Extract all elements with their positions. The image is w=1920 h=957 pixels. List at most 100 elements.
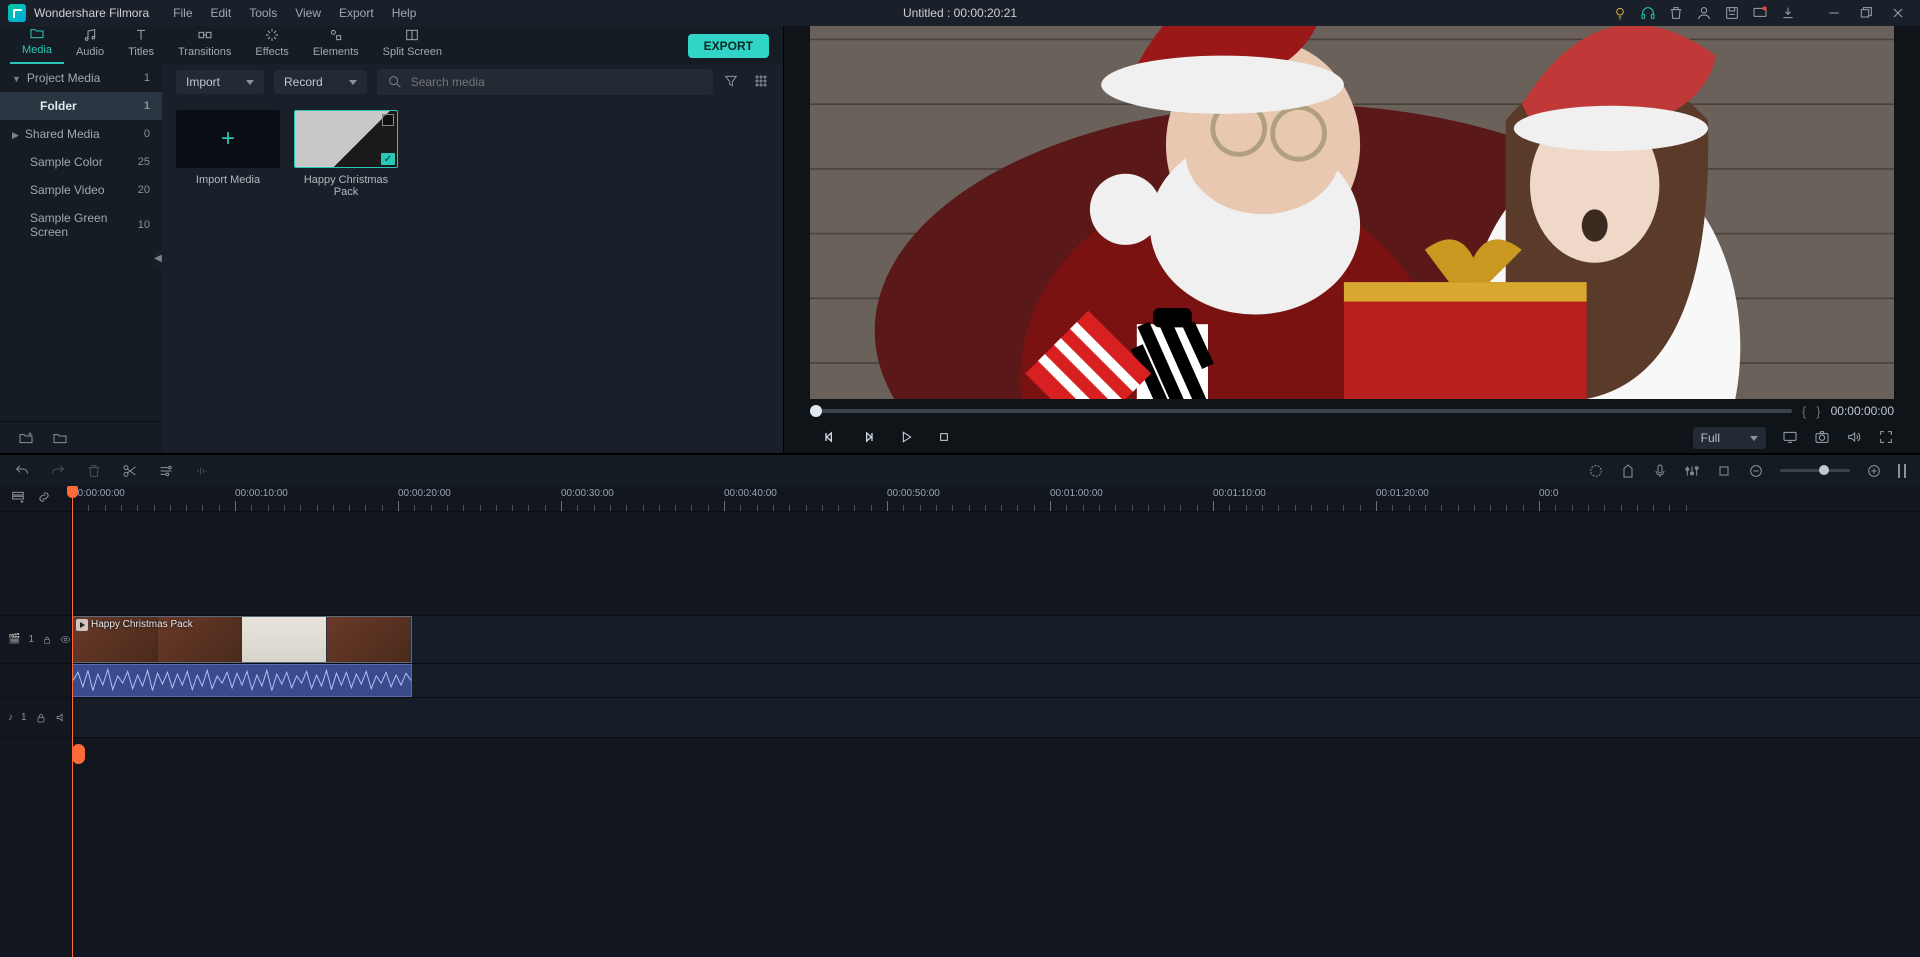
split-screen-icon [404, 27, 420, 43]
tab-transitions[interactable]: Transitions [166, 23, 243, 64]
export-button[interactable]: EXPORT [688, 34, 769, 58]
menu-edit[interactable]: Edit [203, 2, 240, 24]
close-button[interactable] [1884, 2, 1912, 24]
clip-start-handle[interactable] [72, 744, 85, 764]
playhead[interactable] [72, 486, 73, 957]
menu-view[interactable]: View [287, 2, 329, 24]
next-frame-button[interactable] [860, 429, 876, 448]
tab-elements[interactable]: Elements [301, 23, 371, 64]
mixer-icon[interactable] [1684, 463, 1700, 479]
tab-audio-label: Audio [76, 46, 104, 58]
trash-icon[interactable] [1668, 5, 1684, 21]
account-icon[interactable] [1696, 5, 1712, 21]
tab-titles[interactable]: Titles [116, 23, 166, 64]
menu-tools[interactable]: Tools [241, 2, 285, 24]
edit-tools-icon[interactable] [158, 463, 174, 479]
message-icon[interactable] [1752, 5, 1768, 21]
tab-transitions-label: Transitions [178, 46, 231, 58]
import-media-tile[interactable]: + Import Media [176, 110, 280, 186]
sidebar-sample-video[interactable]: Sample Video20 [0, 176, 162, 204]
render-icon[interactable] [1588, 463, 1604, 479]
marker-icon[interactable] [1620, 463, 1636, 479]
zoom-fit-button[interactable] [1898, 464, 1906, 478]
search-media[interactable] [377, 69, 713, 95]
text-icon [133, 27, 149, 43]
menu-file[interactable]: File [165, 2, 200, 24]
play-button[interactable] [898, 429, 914, 448]
menu-help[interactable]: Help [384, 2, 425, 24]
headphones-icon[interactable] [1640, 5, 1656, 21]
audio-track-linked[interactable] [0, 664, 1920, 698]
media-toolbar: Import Record [162, 64, 783, 100]
eye-icon[interactable] [60, 633, 71, 646]
link-tracks-icon[interactable] [36, 489, 52, 508]
seekbar-knob[interactable] [810, 405, 822, 417]
sidebar-sample-green-screen[interactable]: Sample Green Screen10 [0, 204, 162, 246]
mute-icon[interactable] [55, 711, 68, 724]
sidebar-shared-media[interactable]: ▶Shared Media0 [0, 120, 162, 148]
brace-left-icon[interactable]: { [1802, 404, 1806, 419]
transition-icon [197, 27, 213, 43]
media-item-christmas-pack[interactable]: ✓ Happy Christmas Pack [294, 110, 398, 198]
app-title: Wondershare Filmora [34, 6, 149, 20]
delete-button[interactable] [86, 463, 102, 479]
tab-split-screen[interactable]: Split Screen [371, 23, 454, 64]
plus-icon: + [176, 110, 280, 168]
sidebar-folder[interactable]: Folder1 [0, 92, 162, 120]
split-button[interactable] [122, 463, 138, 479]
maximize-button[interactable] [1852, 2, 1880, 24]
zoom-out-button[interactable] [1748, 463, 1764, 479]
import-dropdown[interactable]: Import [176, 70, 264, 94]
audio-clip[interactable] [72, 664, 412, 697]
fullscreen-icon[interactable] [1878, 429, 1894, 448]
preview-play-controls: Full [810, 423, 1894, 453]
preview-quality-dropdown[interactable]: Full [1693, 427, 1766, 449]
redo-button[interactable] [50, 463, 66, 479]
zoom-slider-knob[interactable] [1819, 465, 1829, 475]
filter-icon[interactable] [723, 73, 739, 92]
minimize-button[interactable] [1820, 2, 1848, 24]
main-menu: File Edit Tools View Export Help [165, 2, 424, 24]
tab-media[interactable]: Media [10, 21, 64, 64]
sidebar-sample-color[interactable]: Sample Color25 [0, 148, 162, 176]
save-icon[interactable] [1724, 5, 1740, 21]
zoom-in-button[interactable] [1866, 463, 1882, 479]
preview-seekbar[interactable] [810, 409, 1792, 413]
grid-view-icon[interactable] [753, 73, 769, 92]
crop-icon[interactable] [1716, 463, 1732, 479]
audio-track-1[interactable]: ♪1 [0, 698, 1920, 738]
stop-button[interactable] [936, 429, 952, 448]
lock-icon[interactable] [42, 634, 52, 646]
undo-button[interactable] [14, 463, 30, 479]
tab-audio[interactable]: Audio [64, 23, 116, 64]
folder-icon[interactable] [52, 430, 68, 446]
camera-snapshot-icon[interactable] [1814, 429, 1830, 448]
brace-right-icon[interactable]: } [1816, 404, 1820, 419]
zoom-slider[interactable] [1780, 469, 1850, 472]
media-type-badge-icon [382, 114, 394, 126]
video-track-1[interactable]: 🎬1 Happy Christmas Pack [0, 616, 1920, 664]
menu-export[interactable]: Export [331, 2, 382, 24]
empty-track [0, 512, 1920, 616]
audio-adjust-icon[interactable] [194, 463, 210, 479]
record-dropdown[interactable]: Record [274, 70, 367, 94]
monitor-icon[interactable] [1782, 429, 1798, 448]
video-clip[interactable]: Happy Christmas Pack [72, 616, 412, 663]
tab-effects[interactable]: Effects [243, 23, 300, 64]
chevron-down-icon: ▼ [12, 74, 21, 84]
timeline-ruler[interactable]: 00:00:00:0000:00:10:0000:00:20:0000:00:3… [72, 486, 1920, 511]
prev-frame-button[interactable] [822, 429, 838, 448]
project-title: Untitled : 00:00:20:21 [903, 6, 1017, 20]
sidebar-collapse-button[interactable]: ◀ [153, 250, 163, 268]
download-icon[interactable] [1780, 5, 1796, 21]
search-input[interactable] [411, 75, 703, 89]
lightbulb-icon[interactable] [1612, 5, 1628, 21]
shapes-icon [328, 27, 344, 43]
lock-icon[interactable] [35, 712, 47, 724]
mic-record-icon[interactable] [1652, 463, 1668, 479]
volume-icon[interactable] [1846, 429, 1862, 448]
preview-video[interactable] [810, 26, 1894, 399]
new-folder-icon[interactable] [18, 430, 34, 446]
sidebar-project-media[interactable]: ▼Project Media1 [0, 64, 162, 92]
manage-tracks-icon[interactable] [10, 489, 26, 508]
